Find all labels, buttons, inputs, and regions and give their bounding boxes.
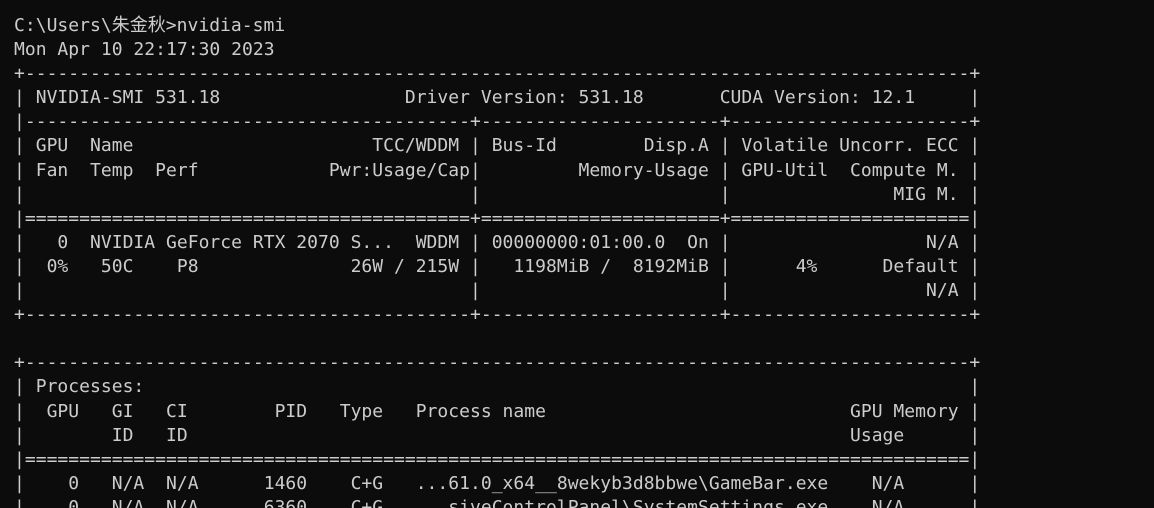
processes-header-line-2: | ID ID Usage | <box>14 424 981 446</box>
gpu-row-line-2: | 0% 50C P8 26W / 215W | 1198MiB / 8192M… <box>14 255 981 277</box>
process-row: | 0 N/A N/A 1460 C+G ...61.0_x64__8wekyb… <box>14 472 981 494</box>
gpu-row-line-1: | 0 NVIDIA GeForce RTX 2070 S... WDDM | … <box>14 231 981 253</box>
gpu-header-line-2: | Fan Temp Perf Pwr:Usage/Cap| Memory-Us… <box>14 159 981 181</box>
table-divider: |---------------------------------------… <box>14 111 981 133</box>
prompt-command-line: C:\Users\朱金秋>nvidia-smi <box>14 15 286 36</box>
processes-header-line-1: | GPU GI CI PID Type Process name GPU Me… <box>14 400 981 422</box>
processes-border-top: +---------------------------------------… <box>14 352 981 374</box>
table-border-bottom: +---------------------------------------… <box>14 304 981 326</box>
table-border-top: +---------------------------------------… <box>14 63 981 85</box>
table-double-divider: |=======================================… <box>14 207 981 229</box>
gpu-header-line-3: | | | MIG M. | <box>14 183 981 205</box>
terminal-window[interactable]: C:\Users\朱金秋>nvidia-smi Mon Apr 10 22:17… <box>0 0 1154 508</box>
process-row: | 0 N/A N/A 6360 C+G ...siveControlPanel… <box>14 496 981 508</box>
terminal-output: C:\Users\朱金秋>nvidia-smi Mon Apr 10 22:17… <box>14 14 980 508</box>
processes-title-line: | Processes: | <box>14 376 981 398</box>
gpu-header-line-1: | GPU Name TCC/WDDM | Bus-Id Disp.A | Vo… <box>14 135 981 157</box>
timestamp-line: Mon Apr 10 22:17:30 2023 <box>14 39 275 61</box>
gpu-row-line-3: | | | N/A | <box>14 280 981 302</box>
processes-double-divider: |=======================================… <box>14 448 981 470</box>
version-line: | NVIDIA-SMI 531.18 Driver Version: 531.… <box>14 87 981 109</box>
